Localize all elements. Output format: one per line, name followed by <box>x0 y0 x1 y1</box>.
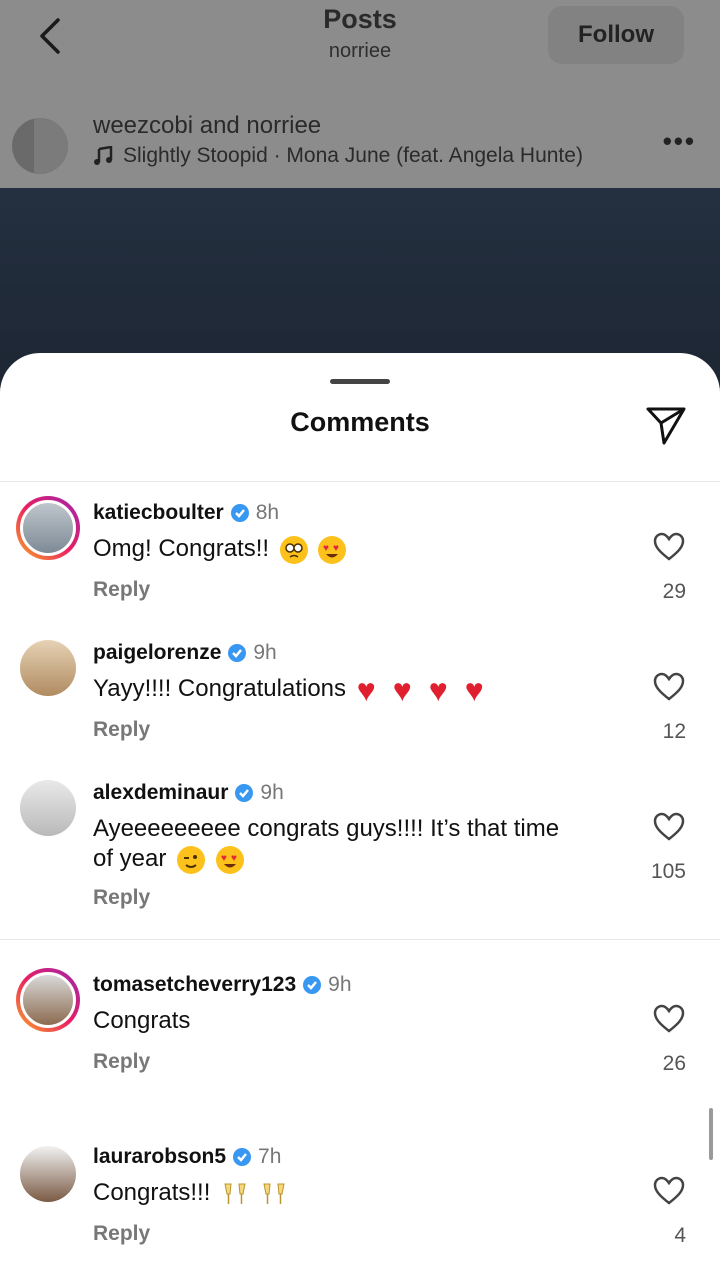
verified-badge-icon <box>303 976 322 994</box>
reply-button[interactable]: Reply <box>93 1050 150 1074</box>
divider <box>0 481 720 482</box>
clinking-glasses-emoji <box>221 1180 249 1208</box>
comment-text: Omg! Congrats!! ♥ ♥ <box>93 534 633 564</box>
svg-text:♥: ♥ <box>221 853 227 864</box>
like-heart-icon[interactable] <box>652 672 686 702</box>
avatar[interactable] <box>16 496 80 560</box>
svg-text:♥: ♥ <box>333 543 339 554</box>
verified-badge-icon <box>228 644 247 662</box>
post-avatar[interactable] <box>12 118 68 174</box>
reply-button[interactable]: Reply <box>93 578 150 602</box>
reply-button[interactable]: Reply <box>93 1222 150 1246</box>
comment-username[interactable]: laurarobson5 7h <box>93 1145 281 1169</box>
comment-time: 9h <box>253 641 277 664</box>
heart-eyes-emoji: ♥ ♥ <box>318 535 347 564</box>
comment-username[interactable]: katiecboulter 8h <box>93 501 279 525</box>
like-count: 4 <box>674 1224 686 1247</box>
comment-text: Ayeeeeeeeee congrats guys!!!! It’s that … <box>93 815 560 874</box>
top-bar: Posts norriee Follow <box>0 0 720 100</box>
divider <box>0 939 720 940</box>
svg-text:♥: ♥ <box>231 853 237 864</box>
post-music[interactable]: Slightly Stoopid · Mona June (feat. Ange… <box>93 144 583 168</box>
follow-button[interactable]: Follow <box>548 6 684 64</box>
like-heart-icon[interactable] <box>652 812 686 842</box>
like-heart-icon[interactable] <box>652 1004 686 1034</box>
comment-username[interactable]: paigelorenze 9h <box>93 641 277 665</box>
comment-text: Congrats <box>93 1007 191 1034</box>
red-heart-emoji: ♥ <box>428 671 448 708</box>
drag-handle[interactable] <box>330 379 390 384</box>
like-count: 105 <box>650 860 686 883</box>
post-author-row: weezcobi and norriee Slightly Stoopid · … <box>0 104 720 184</box>
heart-eyes-emoji: ♥ ♥ <box>215 845 244 874</box>
comment-time: 9h <box>328 973 352 996</box>
red-heart-emoji: ♥ <box>356 671 376 708</box>
music-note-icon <box>94 146 113 165</box>
scrollbar[interactable] <box>709 1108 713 1160</box>
verified-badge-icon <box>233 1148 252 1166</box>
svg-text:♥: ♥ <box>323 543 329 554</box>
music-label: Slightly Stoopid · Mona June (feat. Ange… <box>123 144 583 167</box>
red-heart-emoji: ♥ <box>392 671 412 708</box>
verified-badge-icon <box>235 784 254 802</box>
verified-badge-icon <box>230 504 249 522</box>
avatar[interactable] <box>16 776 80 840</box>
winking-face-emoji <box>177 845 206 874</box>
like-heart-icon[interactable] <box>652 1176 686 1206</box>
comment-time: 7h <box>258 1145 282 1168</box>
comment-time: 8h <box>255 501 280 524</box>
comments-title: Comments <box>290 407 430 437</box>
pleading-face-emoji <box>279 535 308 564</box>
like-count: 12 <box>662 720 686 743</box>
comment-username[interactable]: tomasetcheverry123 9h <box>93 973 352 997</box>
clinking-glasses-emoji <box>260 1180 288 1208</box>
reply-button[interactable]: Reply <box>93 718 150 742</box>
avatar[interactable] <box>16 1142 80 1206</box>
red-heart-emoji: ♥ <box>464 671 484 708</box>
post-usernames[interactable]: weezcobi and norriee <box>93 112 321 140</box>
comment-text: Yayy!!!! Congratulations ♥ ♥ ♥ ♥ <box>93 671 633 708</box>
avatar[interactable] <box>16 968 80 1032</box>
comment-username[interactable]: alexdeminaur 9h <box>93 781 284 805</box>
avatar[interactable] <box>16 636 80 700</box>
more-options-icon[interactable]: ••• <box>663 126 696 157</box>
comment-text: Congrats!!! <box>93 1178 633 1208</box>
comment-time: 9h <box>260 781 284 804</box>
like-count: 26 <box>662 1052 686 1075</box>
like-heart-icon[interactable] <box>652 532 686 562</box>
like-count: 29 <box>662 580 686 603</box>
reply-button[interactable]: Reply <box>93 886 150 910</box>
send-icon[interactable] <box>644 403 688 447</box>
